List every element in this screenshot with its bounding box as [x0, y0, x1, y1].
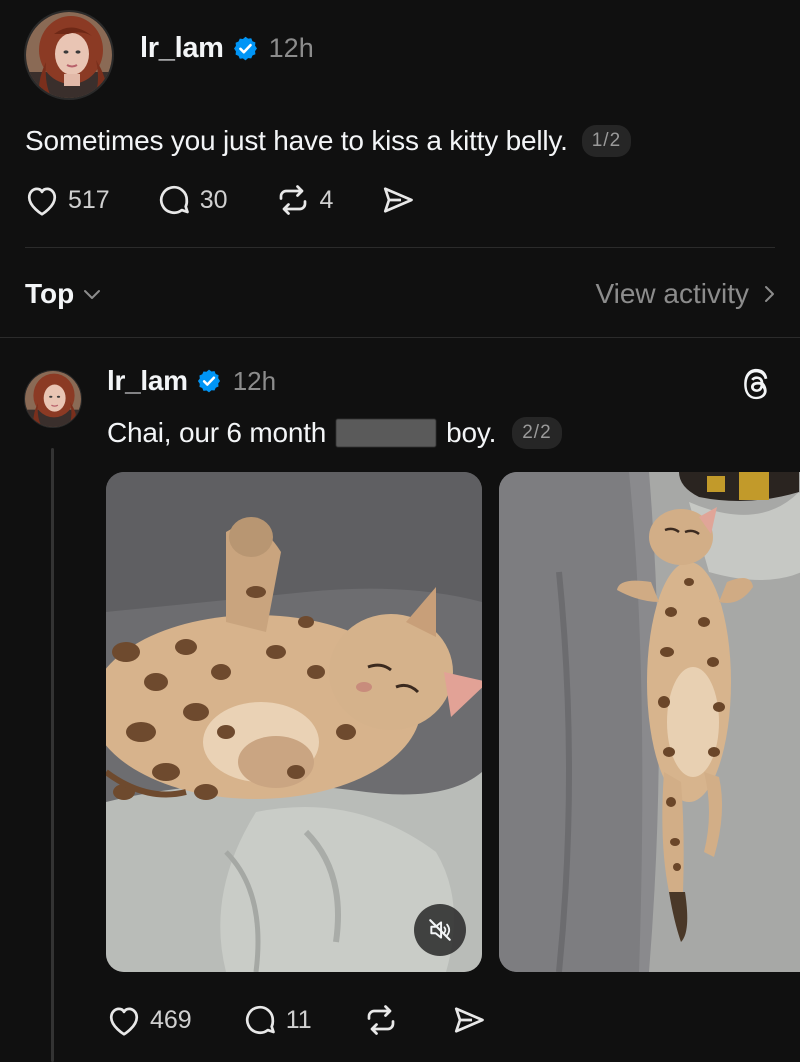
repost-icon	[279, 185, 306, 215]
post-time: 12h	[232, 365, 277, 396]
share-button[interactable]	[379, 182, 417, 218]
sort-label: Top	[25, 278, 75, 309]
send-icon	[454, 1007, 484, 1033]
cat-video-frame	[106, 472, 482, 972]
username[interactable]: lr_lam	[140, 32, 224, 65]
repost-icon	[367, 1005, 395, 1035]
avatar-image	[25, 371, 81, 427]
repost-button[interactable]	[362, 1002, 400, 1038]
post-body: Sometimes you just have to kiss a kitty …	[25, 125, 632, 157]
like-button[interactable]: 469	[106, 1003, 192, 1037]
view-activity-label: View activity	[595, 278, 749, 309]
post-time: 12h	[268, 33, 314, 63]
post-actions: 517 30 4	[24, 182, 463, 218]
avatar[interactable]	[24, 10, 114, 100]
like-button[interactable]: 517	[24, 183, 110, 217]
replies-sort-bar: Top View activity	[25, 272, 775, 316]
redacted-word	[336, 419, 437, 447]
send-icon	[384, 187, 414, 213]
post-text-end: boy.	[446, 417, 497, 448]
threads-post-page: lr_lam 12h Sometimes you just have to ki…	[0, 0, 800, 1062]
repost-button[interactable]: 4	[274, 182, 334, 218]
muted-speaker-icon	[429, 919, 451, 941]
comment-icon	[245, 1005, 275, 1035]
post-actions: 469 11	[106, 1002, 538, 1038]
reply-button[interactable]: 30	[156, 182, 228, 218]
username[interactable]: lr_lam	[107, 365, 188, 397]
thread-page-indicator: 2/2	[512, 417, 562, 449]
threads-logo-icon[interactable]	[736, 364, 776, 404]
reply-button[interactable]: 11	[242, 1002, 312, 1038]
post-video[interactable]	[106, 472, 482, 972]
post-image[interactable]	[499, 472, 800, 972]
like-count: 469	[150, 1005, 192, 1034]
post-body: Chai, our 6 month boy. 2/2	[107, 417, 562, 449]
chevron-down-icon	[84, 290, 101, 299]
post-text: Sometimes you just have to kiss a kitty …	[25, 125, 568, 156]
divider	[25, 247, 775, 248]
verified-badge-icon	[196, 368, 223, 395]
heart-icon	[27, 187, 57, 216]
comment-icon	[159, 185, 189, 215]
heart-icon	[109, 1007, 139, 1036]
verified-badge-icon	[232, 35, 259, 62]
view-activity-link[interactable]: View activity	[595, 278, 775, 310]
post-text-start: Chai, our 6 month	[107, 417, 327, 448]
avatar-image	[26, 12, 112, 98]
post-author: lr_lam 12h	[107, 365, 276, 397]
post-author: lr_lam 12h	[140, 32, 314, 65]
thread-page-indicator: 1/2	[581, 125, 632, 157]
thread-connector-line	[51, 448, 54, 1062]
cat-photo	[499, 472, 800, 972]
reply-count: 11	[285, 1005, 312, 1034]
repost-count: 4	[319, 185, 334, 214]
like-count: 517	[68, 185, 110, 214]
share-button[interactable]	[450, 1002, 488, 1038]
chevron-right-icon	[765, 286, 774, 302]
sort-dropdown[interactable]: Top	[25, 278, 102, 310]
divider	[0, 337, 800, 338]
reply-count: 30	[199, 185, 228, 214]
mute-toggle-button[interactable]	[414, 904, 466, 956]
avatar[interactable]	[24, 370, 82, 428]
